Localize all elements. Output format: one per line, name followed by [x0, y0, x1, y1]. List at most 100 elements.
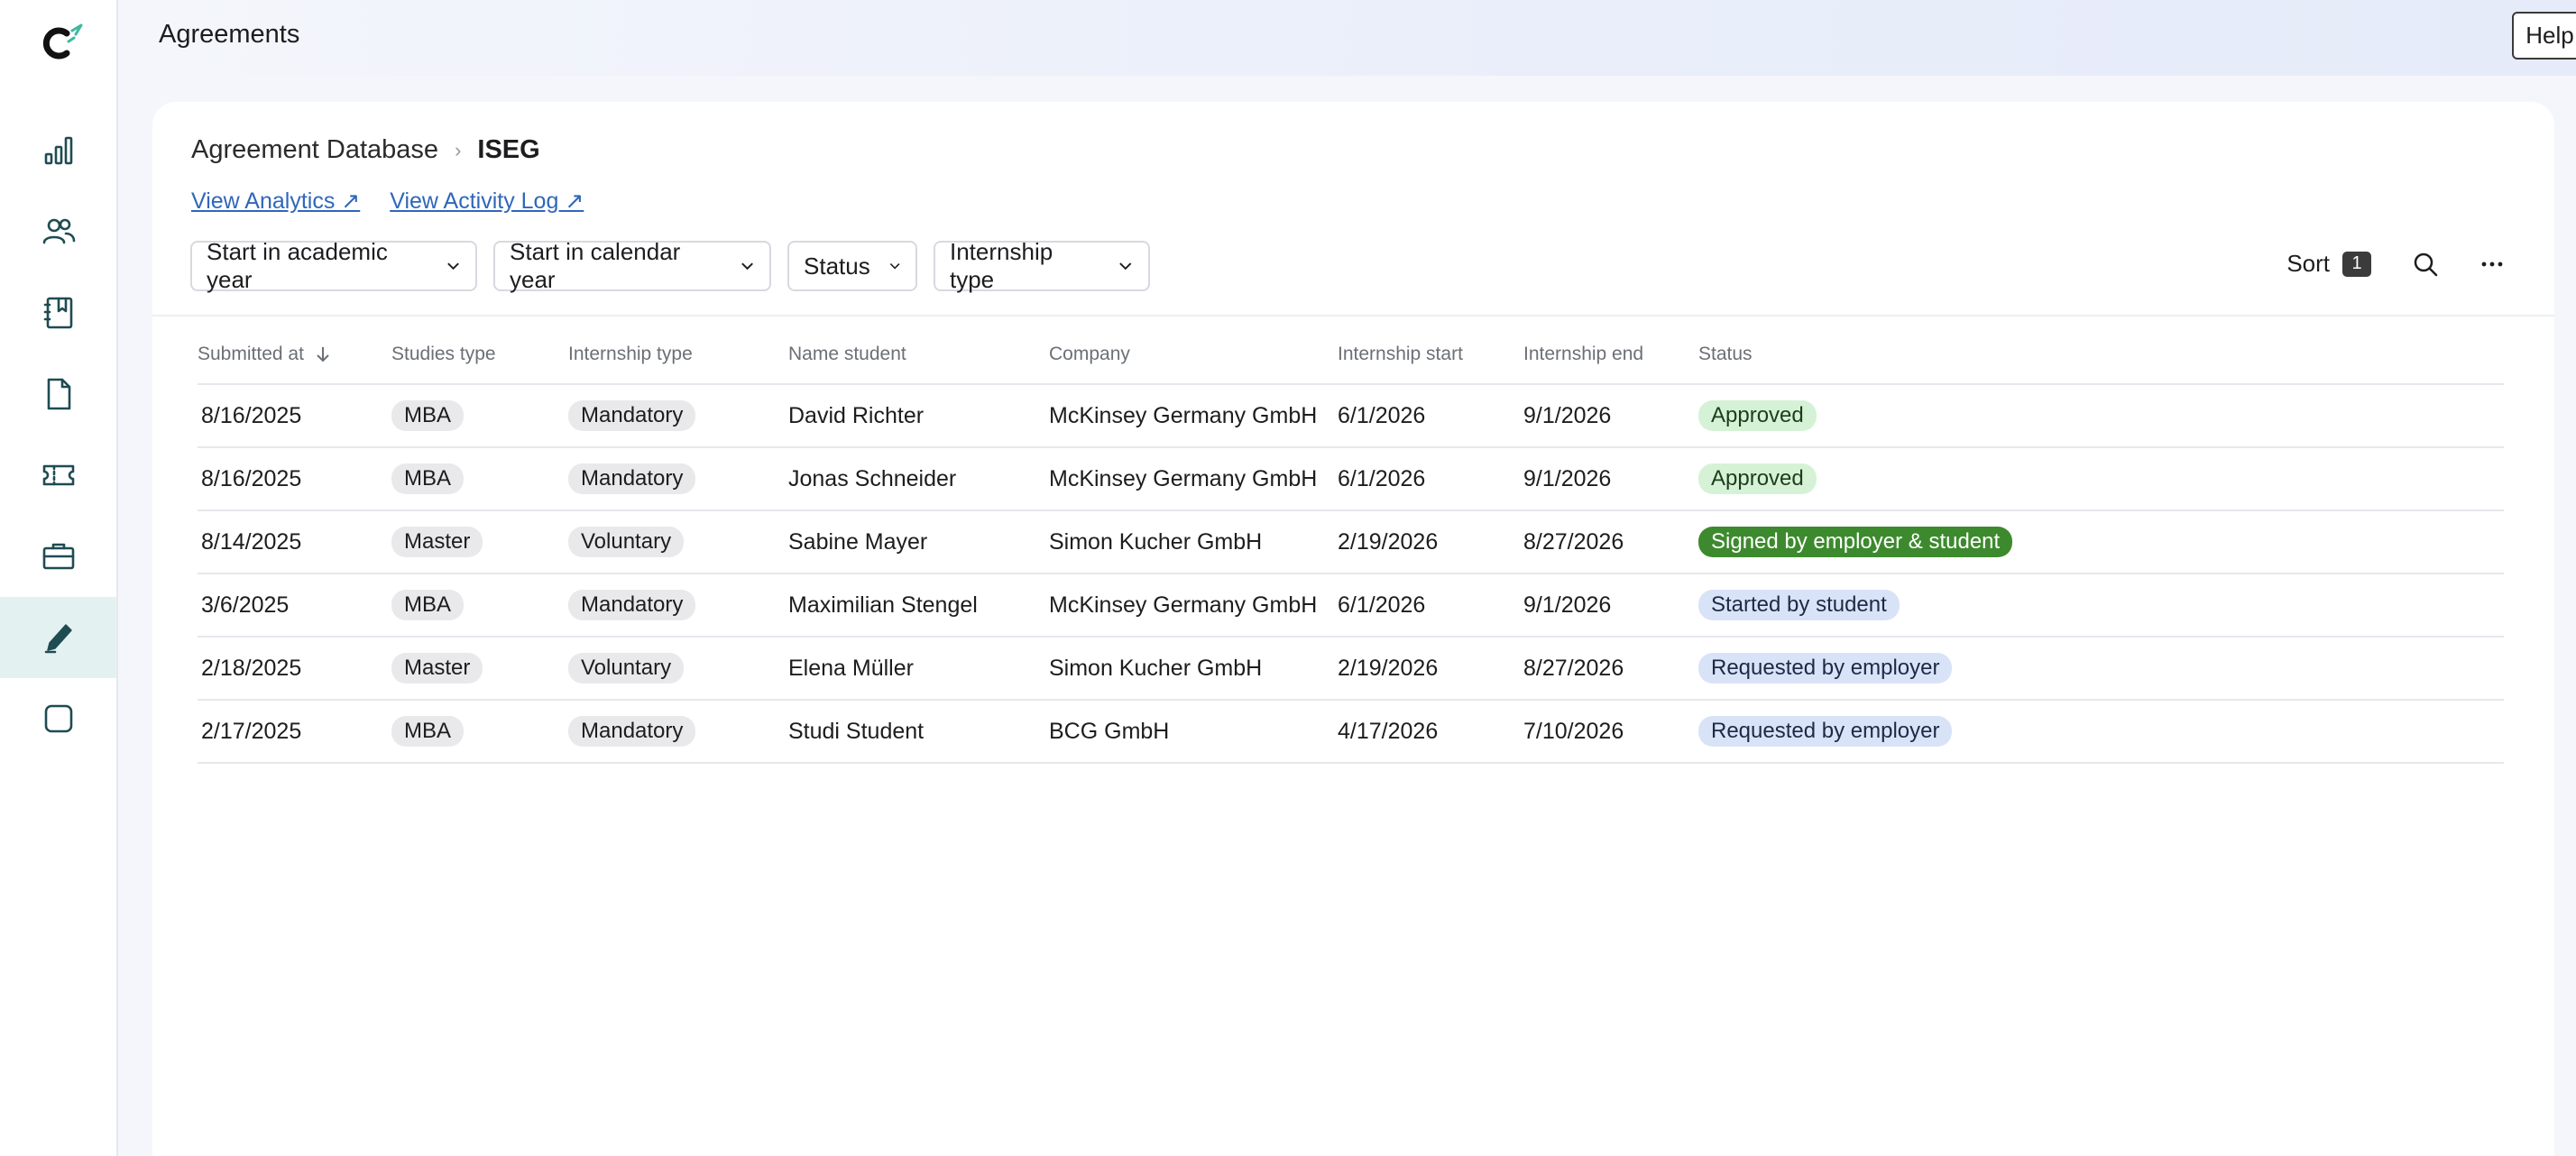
filter-bar: Start in academic year Start in calendar…	[190, 238, 1150, 293]
studies-type-chip: MBA	[391, 463, 465, 494]
quick-links: View Analytics ↗ View Activity Log ↗	[191, 188, 584, 215]
agreements-table: Submitted at Studies type Internship typ…	[198, 326, 2504, 764]
chevron-down-icon	[741, 262, 753, 271]
internship-end: 8/27/2026	[1523, 655, 1624, 681]
column-header-submitted[interactable]: Submitted at	[198, 344, 391, 365]
filter-academic-year[interactable]: Start in academic year	[190, 238, 477, 293]
nav-other[interactable]	[0, 678, 116, 759]
internship-start: 2/19/2026	[1338, 655, 1439, 681]
studies-type-chip: MBA	[391, 590, 465, 620]
internship-type-chip: Mandatory	[568, 716, 696, 747]
student-name: David Richter	[788, 402, 925, 428]
submitted-date: 8/16/2025	[201, 402, 302, 428]
page-title: Agreements	[159, 20, 300, 49]
nav-documents[interactable]	[0, 353, 116, 435]
status-badge: Signed by employer & student	[1698, 527, 2013, 557]
company-name: Simon Kucher GmbH	[1049, 655, 1263, 681]
internship-start: 6/1/2026	[1338, 465, 1426, 491]
studies-type-chip: Master	[391, 527, 483, 557]
internship-type-chip: Voluntary	[568, 527, 685, 557]
internship-end: 8/27/2026	[1523, 528, 1624, 555]
briefcase-icon	[42, 543, 74, 570]
filter-label: Internship type	[950, 238, 1053, 293]
sidebar	[0, 0, 118, 1156]
chevron-right-icon: ›	[455, 138, 462, 161]
internship-type-chip: Mandatory	[568, 400, 696, 431]
ticket-icon	[42, 464, 74, 486]
top-header: Agreements Help	[118, 0, 2576, 76]
table-row[interactable]: 8/16/2025 MBA Mandatory Jonas Schneider …	[198, 448, 2504, 511]
nav-tickets[interactable]	[0, 435, 116, 516]
users-icon	[42, 218, 75, 244]
arrow-down-icon	[317, 347, 329, 362]
column-header-end[interactable]: Internship end	[1523, 344, 1698, 365]
internship-start: 6/1/2026	[1338, 592, 1426, 618]
more-options-icon[interactable]	[2479, 252, 2505, 277]
table-row[interactable]: 2/18/2025 Master Voluntary Elena Müller …	[198, 638, 2504, 701]
column-header-company[interactable]: Company	[1045, 344, 1338, 365]
student-name: Elena Müller	[788, 655, 914, 681]
filter-label: Start in academic year	[207, 238, 388, 293]
main-card: Agreement Database › ISEG View Analytics…	[152, 102, 2554, 1156]
table-header: Submitted at Studies type Internship typ…	[198, 326, 2504, 385]
column-header-status[interactable]: Status	[1698, 344, 2149, 365]
pen-icon	[44, 624, 72, 654]
column-header-internship-type[interactable]: Internship type	[568, 344, 785, 365]
submitted-date: 8/16/2025	[201, 465, 302, 491]
bar-chart-icon	[44, 136, 72, 165]
internship-end: 9/1/2026	[1523, 592, 1612, 618]
section-divider	[152, 315, 2554, 317]
view-analytics-link[interactable]: View Analytics ↗	[191, 188, 360, 215]
student-name: Sabine Mayer	[788, 528, 928, 555]
view-activity-log-link[interactable]: View Activity Log ↗	[390, 188, 584, 215]
notebook-icon	[43, 297, 72, 329]
internship-type-chip: Mandatory	[568, 463, 696, 494]
table-row[interactable]: 2/17/2025 MBA Mandatory Studi Student BC…	[198, 701, 2504, 764]
document-icon	[47, 378, 70, 410]
nav-agreements[interactable]	[0, 597, 116, 678]
chevron-down-icon	[889, 263, 900, 270]
submitted-date: 2/17/2025	[201, 718, 302, 744]
column-header-name[interactable]: Name student	[785, 344, 1045, 365]
column-label: Submitted at	[198, 344, 304, 364]
filter-label: Start in calendar year	[510, 238, 681, 293]
company-name: McKinsey Germany GmbH	[1049, 402, 1318, 428]
internship-start: 6/1/2026	[1338, 402, 1426, 428]
internship-end: 9/1/2026	[1523, 402, 1612, 428]
company-name: McKinsey Germany GmbH	[1049, 465, 1318, 491]
status-badge: Approved	[1698, 400, 1817, 431]
nav-notebook[interactable]	[0, 272, 116, 353]
student-name: Studi Student	[788, 718, 925, 744]
chevron-down-icon	[447, 262, 459, 271]
internship-start: 4/17/2026	[1338, 718, 1439, 744]
column-header-start[interactable]: Internship start	[1338, 344, 1523, 365]
filter-calendar-year[interactable]: Start in calendar year	[493, 238, 771, 293]
nav-analytics[interactable]	[0, 110, 116, 191]
internship-start: 2/19/2026	[1338, 528, 1439, 555]
studies-type-chip: MBA	[391, 716, 465, 747]
app-logo[interactable]	[34, 20, 88, 67]
sort-button[interactable]: Sort	[2286, 250, 2330, 278]
internship-type-chip: Mandatory	[568, 590, 696, 620]
column-header-studies[interactable]: Studies type	[391, 344, 568, 365]
studies-type-chip: MBA	[391, 400, 465, 431]
company-name: BCG GmbH	[1049, 718, 1170, 744]
company-name: Simon Kucher GmbH	[1049, 528, 1263, 555]
breadcrumb-root[interactable]: Agreement Database	[191, 135, 438, 165]
submitted-date: 8/14/2025	[201, 528, 302, 555]
search-icon[interactable]	[2412, 251, 2439, 278]
filter-internship-type[interactable]: Internship type	[934, 238, 1150, 293]
filter-status[interactable]: Status	[787, 241, 917, 291]
table-row[interactable]: 3/6/2025 MBA Mandatory Maximilian Stenge…	[198, 574, 2504, 638]
table-row[interactable]: 8/14/2025 Master Voluntary Sabine Mayer …	[198, 511, 2504, 574]
internship-end: 7/10/2026	[1523, 718, 1624, 744]
nav-jobs[interactable]	[0, 516, 116, 597]
status-badge: Started by student	[1698, 590, 1900, 620]
status-badge: Requested by employer	[1698, 653, 1953, 684]
studies-type-chip: Master	[391, 653, 483, 684]
table-row[interactable]: 8/16/2025 MBA Mandatory David Richter Mc…	[198, 385, 2504, 448]
nav-users[interactable]	[0, 191, 116, 272]
chevron-down-icon	[1119, 262, 1132, 271]
status-badge: Approved	[1698, 463, 1817, 494]
help-button[interactable]: Help	[2512, 12, 2576, 60]
